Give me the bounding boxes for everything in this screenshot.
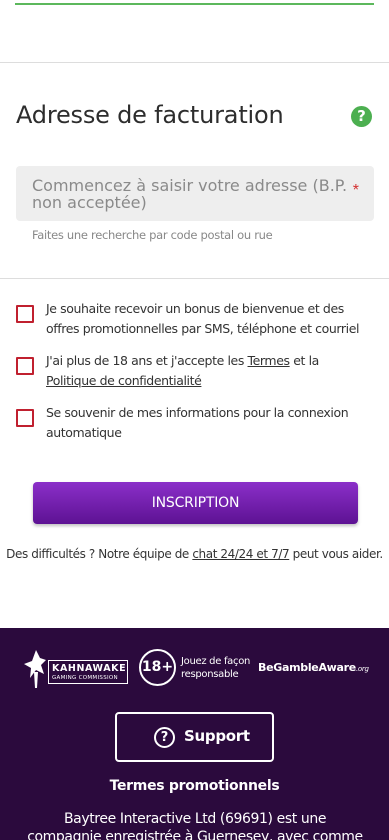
address-input[interactable]: Commencez à saisir votre adresse (B.P. n…: [16, 166, 374, 221]
promotions-checkbox[interactable]: [16, 305, 34, 323]
chat-link[interactable]: chat 24/24 et 7/7: [192, 547, 289, 561]
divider: [0, 278, 389, 279]
privacy-policy-link[interactable]: Politique de confidentialité: [46, 373, 202, 388]
begambleaware-logo[interactable]: BeGambleAware.org: [258, 661, 369, 674]
support-label: Support: [184, 727, 250, 745]
age-18-badge: 18+: [139, 649, 176, 686]
eagle-feather-icon: [24, 650, 46, 688]
question-circle-icon[interactable]: ?: [351, 106, 372, 127]
promo-terms-body: Baytree Interactive Ltd (69691) est une …: [27, 811, 363, 840]
terms-text-before: J'ai plus de 18 ans et j'accepte les: [46, 353, 248, 368]
terms-label: J'ai plus de 18 ans et j'accepte les Ter…: [46, 351, 376, 391]
kahnawake-name: KAHNAWAKE: [52, 663, 127, 674]
help-text-before: Des difficultés ? Notre équipe de: [6, 547, 193, 561]
top-strip: [0, 0, 389, 62]
question-circle-icon: ?: [154, 727, 175, 748]
promo-terms-title: Termes promotionnels: [109, 778, 280, 794]
address-hint: Faites une recherche par code postal ou …: [32, 228, 273, 242]
begambleaware-org: .org: [355, 665, 369, 673]
help-text-after: peut vous aider.: [289, 547, 384, 561]
footer: KAHNAWAKE GAMING COMMISSION 18+ Jouez de…: [0, 628, 389, 840]
terms-link[interactable]: Termes: [248, 353, 291, 368]
kahnawake-logo: KAHNAWAKE GAMING COMMISSION: [22, 648, 130, 694]
signup-button[interactable]: INSCRIPTION: [33, 482, 358, 524]
terms-checkbox[interactable]: [16, 357, 34, 375]
divider: [0, 62, 389, 63]
green-underline: [15, 3, 374, 5]
address-placeholder: Commencez à saisir votre adresse (B.P. n…: [32, 176, 348, 212]
promotions-label: Je souhaite recevoir un bonus de bienven…: [46, 301, 360, 336]
begambleaware-aware: Aware: [318, 661, 356, 674]
responsible-gaming-text: Jouez de façon responsable: [181, 656, 251, 680]
help-text: Des difficultés ? Notre équipe de chat 2…: [0, 547, 389, 561]
billing-title: Adresse de facturation: [16, 101, 284, 129]
required-asterisk: *: [352, 182, 359, 199]
begambleaware-be: BeGamble: [258, 661, 319, 674]
support-button[interactable]: ? Support: [115, 712, 274, 762]
remember-label: Se souvenir de mes informations pour la …: [46, 405, 349, 440]
remember-checkbox[interactable]: [16, 409, 34, 427]
kahnawake-sub: GAMING COMMISSION: [52, 675, 118, 681]
terms-text-mid: et la: [289, 353, 319, 368]
